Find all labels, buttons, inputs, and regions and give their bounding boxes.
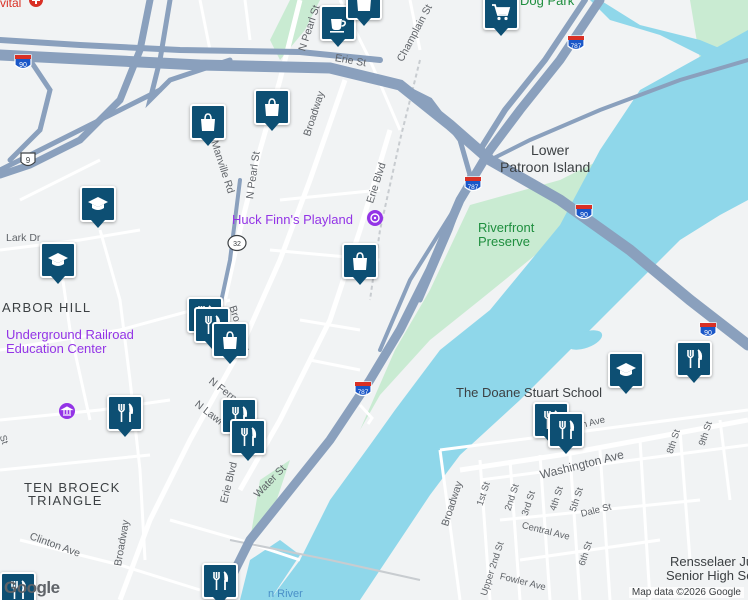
restaurant-marker[interactable] (202, 563, 238, 600)
shopping-marker[interactable] (254, 89, 290, 131)
i90-shield-number: 90 (580, 212, 588, 219)
doane-stuart-label[interactable]: The Doane Stuart School (456, 385, 602, 400)
school-marker[interactable] (40, 242, 76, 284)
grocery-marker[interactable] (483, 0, 519, 36)
shopping-bag-icon (357, 0, 371, 11)
shopping-bag-icon (201, 113, 215, 131)
shopping-marker[interactable] (212, 322, 248, 364)
fork-knife-icon (241, 427, 257, 446)
riverfront-preserve-label[interactable]: Preserve (478, 234, 530, 249)
map-attribution[interactable]: Map data ©2026 Google (628, 587, 744, 598)
us9-shield: 9 (20, 152, 36, 167)
i90-shield-number: 90 (704, 330, 712, 337)
restaurant-marker[interactable] (107, 395, 143, 437)
i90-shield: 90 (14, 54, 32, 70)
restaurant-marker[interactable] (230, 419, 266, 461)
i787-shield: 787 (464, 176, 482, 192)
map-base-layer (0, 0, 748, 600)
shopping-bag-icon (223, 331, 237, 349)
route32-shield: 32 (227, 234, 247, 252)
google-logo: Google (4, 578, 60, 597)
rensselaer-school-label[interactable]: Rensselaer Junio (670, 554, 748, 569)
dog-park-label[interactable]: Dog Park (520, 0, 574, 8)
shopping-bag-icon (265, 98, 279, 116)
i90-shield: 90 (575, 204, 593, 220)
route32-shield-number: 32 (233, 241, 241, 248)
i787-shield-number: 787 (468, 184, 479, 191)
i787-shield-number: 787 (358, 389, 369, 396)
graduation-cap-icon (48, 253, 68, 266)
island-label: Patroon Island (500, 159, 591, 175)
graduation-cap-icon (616, 363, 636, 376)
hudson-river (270, 30, 748, 600)
shopping-marker[interactable] (346, 0, 382, 26)
neighborhood-label: ARBOR HILL (2, 300, 92, 315)
shopping-marker[interactable] (342, 243, 378, 285)
huck-finn-label[interactable]: Huck Finn's Playland (232, 212, 353, 227)
underground-railroad-label[interactable]: Education Center (6, 341, 106, 356)
interchange-loop-3 (7, 57, 53, 163)
hospital-icon[interactable] (28, 0, 44, 8)
i90-shield-number: 90 (19, 62, 27, 69)
riverfront-preserve-label[interactable]: Riverfront (478, 220, 534, 235)
i90-shield: 90 (699, 322, 717, 338)
shopping-marker[interactable] (190, 104, 226, 146)
shopping-cart-icon (492, 4, 511, 21)
us9-shield-number: 9 (26, 156, 31, 165)
school-marker[interactable] (80, 186, 116, 228)
island-label: Lower (531, 142, 570, 158)
i787-shield: 787 (354, 381, 372, 397)
i787-shield-number: 787 (571, 43, 582, 50)
map-canvas[interactable]: 787 787 787 90 90 90 9 32 ARBOR HILL TEN… (0, 0, 748, 600)
shopping-bag-icon (353, 252, 367, 270)
school-marker[interactable] (608, 352, 644, 394)
restaurant-marker[interactable] (676, 341, 712, 383)
fork-knife-icon (118, 403, 134, 422)
hudson-river-label: n River (268, 588, 303, 600)
fork-knife-icon (687, 349, 703, 368)
museum-icon[interactable] (58, 402, 76, 420)
street-label: Lark Dr (6, 232, 41, 244)
underground-railroad-label[interactable]: Underground Railroad (6, 327, 134, 342)
graduation-cap-icon (88, 197, 108, 210)
hospital-label[interactable]: vital (0, 0, 21, 10)
amusement-park-icon[interactable] (366, 209, 384, 227)
fork-knife-icon (213, 571, 229, 590)
fork-knife-icon (559, 420, 575, 439)
rensselaer-school-label[interactable]: Senior High Schoo (666, 568, 748, 583)
neighborhood-label: TRIANGLE (28, 493, 103, 508)
restaurant-marker[interactable] (548, 412, 584, 454)
i787-shield: 787 (567, 35, 585, 51)
